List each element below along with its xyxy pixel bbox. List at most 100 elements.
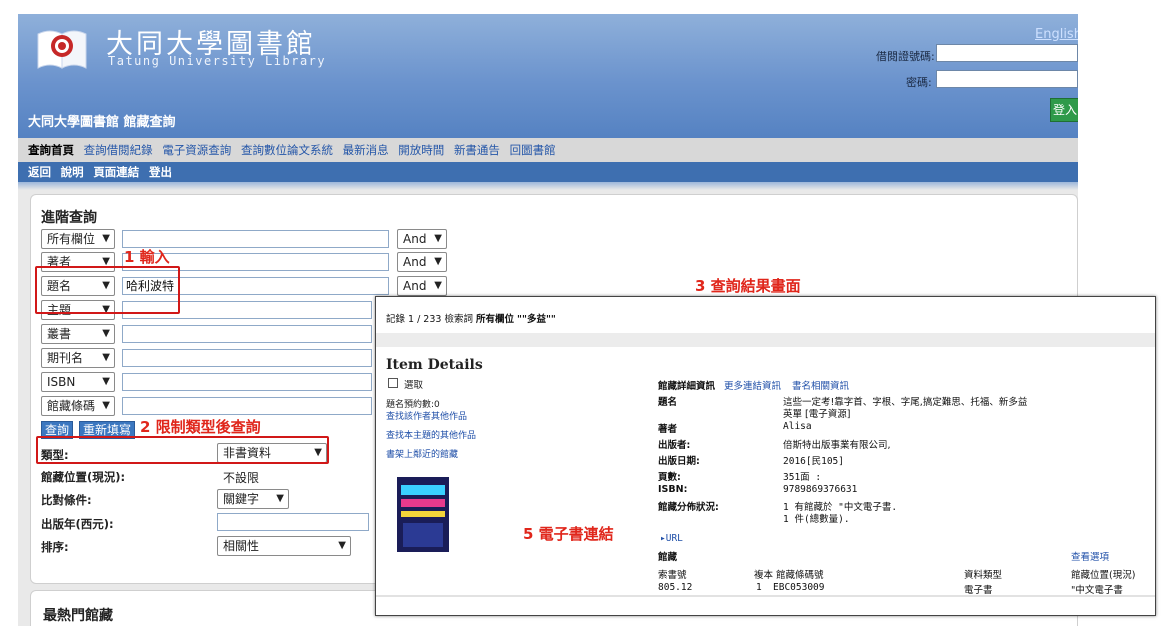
detail-label-isbn: ISBN: bbox=[658, 484, 688, 495]
nav-item-new-books[interactable]: 新書通告 bbox=[454, 143, 500, 157]
nav-item-home[interactable]: 查詢首頁 bbox=[28, 143, 74, 157]
nav-item-news[interactable]: 最新消息 bbox=[343, 143, 389, 157]
sort-select-value: 相關性 bbox=[223, 539, 260, 553]
detail-label-title: 題名 bbox=[658, 397, 678, 408]
field-select-8[interactable]: 館藏條碼 ▼ bbox=[41, 396, 115, 416]
tab-more-links[interactable]: 更多連結資訊 bbox=[724, 378, 781, 392]
nav-help[interactable]: 說明 bbox=[61, 165, 84, 179]
field-select-1[interactable]: 所有欄位 ▼ bbox=[41, 229, 115, 249]
item-details-title: Item Details bbox=[386, 357, 483, 373]
sort-select[interactable]: 相關性 ▼ bbox=[217, 536, 351, 556]
field-select-value: 叢書 bbox=[47, 327, 72, 341]
cell-type: 電子書 bbox=[964, 585, 993, 596]
select-checkbox[interactable] bbox=[388, 378, 398, 388]
nav-shadow bbox=[18, 182, 1078, 190]
chevron-down-icon: ▼ bbox=[276, 493, 284, 504]
screenshot: 大同大學圖書館 Tatung University Library Englis… bbox=[0, 0, 1162, 626]
search-input-7[interactable] bbox=[122, 373, 372, 391]
author-works-link[interactable]: 查找該作者其他作品 bbox=[386, 409, 467, 422]
nav-item-theses[interactable]: 查詢數位論文系統 bbox=[241, 143, 333, 157]
secondary-nav: 返回 說明 頁面連結 登出 bbox=[18, 162, 1078, 182]
tab-title-info[interactable]: 書名相關資訊 bbox=[792, 378, 849, 392]
annotation-step-1: 1 輸入 bbox=[124, 248, 170, 266]
library-name-en: Tatung University Library bbox=[108, 54, 327, 68]
sort-label: 排序: bbox=[41, 540, 69, 554]
holdings-title: 館藏 bbox=[658, 552, 678, 563]
nav-back[interactable]: 返回 bbox=[28, 165, 51, 179]
chevron-down-icon: ▼ bbox=[102, 352, 110, 363]
chevron-down-icon: ▼ bbox=[338, 540, 346, 551]
url-link[interactable]: ▸URL bbox=[660, 533, 683, 544]
detail-value-isbn: 9789869376631 bbox=[783, 484, 858, 495]
subject-works-link[interactable]: 查找本主題的其他作品 bbox=[386, 428, 476, 441]
tab-details[interactable]: 館藏詳細資訊 bbox=[658, 378, 715, 392]
field-select-7[interactable]: ISBN ▼ bbox=[41, 372, 115, 392]
annotation-step-3: 3 查詢結果畫面 bbox=[695, 277, 801, 295]
primary-nav: 查詢首頁 查詢借閱紀錄 電子資源查詢 查詢數位論文系統 最新消息 開放時間 新書… bbox=[18, 138, 1078, 162]
nav-logout[interactable]: 登出 bbox=[149, 165, 172, 179]
result-window: 記錄 1 / 233 檢索詞 所有欄位 ""多益"" Item Details … bbox=[375, 296, 1156, 616]
chevron-down-icon: ▼ bbox=[434, 256, 442, 267]
record-summary: 記錄 1 / 233 檢索詞 所有欄位 ""多益"" bbox=[386, 311, 556, 325]
match-select[interactable]: 關鍵字 ▼ bbox=[217, 489, 289, 509]
nav-item-loans[interactable]: 查詢借閱紀錄 bbox=[84, 143, 153, 157]
annotation-step-2: 2 限制類型後查詢 bbox=[140, 418, 261, 436]
password-input[interactable] bbox=[936, 70, 1078, 88]
annotation-step-5: 5 電子書連結 bbox=[523, 525, 614, 543]
operator-select-1[interactable]: And ▼ bbox=[397, 229, 447, 249]
nav-page-link[interactable]: 頁面連結 bbox=[93, 165, 139, 179]
english-link[interactable]: English bbox=[1035, 27, 1078, 42]
record-prefix: 記錄 1 / 233 檢索詞 bbox=[386, 314, 473, 325]
record-term: ""多益"" bbox=[517, 314, 556, 325]
view-options-link[interactable]: 查看選項 bbox=[1071, 549, 1109, 563]
operator-select-3[interactable]: And ▼ bbox=[397, 276, 447, 296]
col-call-number: 索書號 bbox=[658, 570, 687, 581]
detail-value-pages: 351面 : bbox=[783, 472, 822, 483]
chevron-down-icon: ▼ bbox=[434, 233, 442, 244]
field-select-value: 館藏條碼 bbox=[47, 399, 96, 413]
detail-value-holdings-2: 1 件(總數量). bbox=[783, 514, 850, 525]
field-select-5[interactable]: 叢書 ▼ bbox=[41, 324, 115, 344]
nav-item-eresources[interactable]: 電子資源查詢 bbox=[162, 143, 231, 157]
book-cover-image bbox=[397, 477, 449, 552]
result-divider-bar bbox=[376, 333, 1155, 347]
field-select-6[interactable]: 期刊名 ▼ bbox=[41, 348, 115, 368]
col-copy-barcode: 複本 館藏條碼號 bbox=[754, 570, 824, 581]
select-label: 選取 bbox=[404, 380, 424, 391]
cell-barcode: EBC053009 bbox=[773, 582, 825, 593]
operator-select-2[interactable]: And ▼ bbox=[397, 252, 447, 272]
popular-items-title: 最熱門館藏 bbox=[43, 608, 113, 624]
chevron-down-icon: ▼ bbox=[102, 376, 110, 387]
highlight-title-row bbox=[35, 266, 180, 314]
highlight-type-row bbox=[36, 436, 329, 464]
nav-item-back-library[interactable]: 回圖書館 bbox=[510, 143, 556, 157]
detail-label-holdings: 館藏分佈狀況: bbox=[658, 502, 719, 513]
col-type: 資料類型 bbox=[964, 570, 1003, 581]
operator-value: And bbox=[403, 279, 427, 293]
search-input-6[interactable] bbox=[122, 349, 372, 367]
nav-item-hours[interactable]: 開放時間 bbox=[398, 143, 444, 157]
year-label: 出版年(西元): bbox=[41, 517, 114, 531]
match-select-value: 關鍵字 bbox=[223, 492, 260, 506]
year-input[interactable] bbox=[217, 513, 369, 531]
detail-value-date: 2016[民105] bbox=[783, 456, 844, 467]
location-label: 館藏位置(現況): bbox=[41, 470, 126, 484]
cell-call-number: 805.12 bbox=[658, 582, 693, 593]
field-select-value: 所有欄位 bbox=[47, 232, 96, 246]
search-input-8[interactable] bbox=[122, 397, 372, 415]
nearby-shelf-link[interactable]: 書架上鄰近的館藏 bbox=[386, 447, 458, 460]
field-select-value: ISBN bbox=[47, 375, 76, 389]
chevron-down-icon: ▼ bbox=[102, 328, 110, 339]
page-title: 大同大學圖書館 館藏查詢 bbox=[28, 115, 176, 130]
card-number-input[interactable] bbox=[936, 44, 1078, 62]
location-value[interactable]: 不設限 bbox=[223, 469, 259, 486]
login-button[interactable]: 登入 bbox=[1050, 98, 1078, 122]
chevron-down-icon: ▼ bbox=[102, 400, 110, 411]
detail-label-date: 出版日期: bbox=[658, 456, 700, 467]
search-input-5[interactable] bbox=[122, 325, 372, 343]
cell-copy: 1 bbox=[756, 582, 762, 593]
library-logo-icon bbox=[34, 24, 90, 72]
record-field: 所有欄位 bbox=[476, 314, 515, 325]
detail-label-publisher: 出版者: bbox=[658, 440, 691, 451]
password-label: 密碼: bbox=[906, 76, 932, 89]
